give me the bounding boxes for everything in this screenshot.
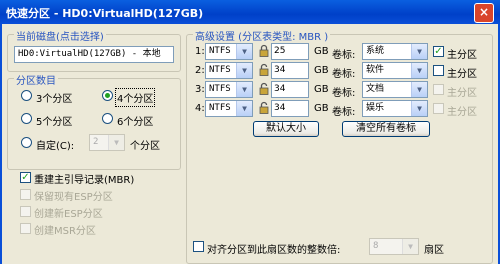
custom-count-value: 2 <box>93 137 99 147</box>
row-4-volume-value: 娱乐 <box>366 103 385 113</box>
row-4-fs-dropdown[interactable]: NTFS ▼ <box>205 100 253 117</box>
radio-3-partitions[interactable] <box>21 90 32 101</box>
radio-4-partitions-label[interactable]: 4个分区 <box>114 88 156 107</box>
radio-custom[interactable] <box>21 137 32 148</box>
create-msr-label[interactable]: 创建MSR分区 <box>34 222 96 237</box>
row-1-volume-dropdown[interactable]: 系统 ▼ <box>362 43 428 60</box>
row-2-fs-dropdown[interactable]: NTFS ▼ <box>205 62 253 79</box>
chevron-down-icon: ▼ <box>236 101 252 116</box>
radio-6-partitions-label[interactable]: 6个分区 <box>117 113 153 128</box>
align-sector-dropdown[interactable]: 8 ▼ <box>369 238 419 255</box>
close-button[interactable]: × <box>474 3 494 23</box>
row-4-volume-dropdown[interactable]: 娱乐 ▼ <box>362 100 428 117</box>
row-2-primary-label[interactable]: 主分区 <box>447 65 477 80</box>
custom-count-dropdown[interactable]: 2 ▼ <box>89 134 125 151</box>
row-1-volume-text: 卷标: <box>332 50 356 61</box>
lock-open-icon[interactable] <box>259 82 269 95</box>
chevron-down-icon: ▼ <box>411 63 427 78</box>
chevron-down-icon: ▼ <box>411 82 427 97</box>
chevron-down-icon: ▼ <box>108 135 124 150</box>
row-4-size-input[interactable]: 34 <box>271 100 309 117</box>
chevron-down-icon: ▼ <box>411 44 427 59</box>
row-2-volume-value: 软件 <box>366 65 385 75</box>
create-msr-checkbox[interactable] <box>20 223 31 234</box>
custom-count-suffix: 个分区 <box>130 141 160 152</box>
row-1-size-unit: GB <box>314 46 329 57</box>
row-1-index: 1: <box>195 46 205 57</box>
radio-3-partitions-label[interactable]: 3个分区 <box>36 90 72 105</box>
partition-count-legend: 分区数目 <box>14 72 58 87</box>
create-esp-checkbox[interactable] <box>20 206 31 217</box>
row-3-size-input[interactable]: 34 <box>271 81 309 98</box>
row-1-primary-label[interactable]: 主分区 <box>447 46 477 61</box>
row-2-volume-dropdown[interactable]: 软件 ▼ <box>362 62 428 79</box>
row-4-fs-value: NTFS <box>209 103 231 113</box>
align-suffix: 扇区 <box>424 245 444 256</box>
row-4-size-unit: GB <box>314 103 329 114</box>
row-4-primary-label[interactable]: 主分区 <box>447 103 477 118</box>
row-4-size-value: 34 <box>274 103 286 113</box>
align-label[interactable]: 对齐分区到此扇区数的整数倍: <box>207 241 340 256</box>
row-1-size-input[interactable]: 25 <box>271 43 309 60</box>
row-3-fs-dropdown[interactable]: NTFS ▼ <box>205 81 253 98</box>
title-bar: 快速分区 - HD0:VirtualHD(127GB) × <box>0 0 500 24</box>
row-1-fs-value: NTFS <box>209 46 231 56</box>
disk-select-group: 当前磁盘(点击选择) HD0:VirtualHD(127GB) - 本地 <box>7 28 181 72</box>
keep-esp-label[interactable]: 保留现有ESP分区 <box>34 188 113 203</box>
row-3-size-value: 34 <box>274 84 286 94</box>
row-3-index: 3: <box>195 84 205 95</box>
radio-5-partitions-label[interactable]: 5个分区 <box>36 113 72 128</box>
chevron-down-icon: ▼ <box>236 44 252 59</box>
chevron-down-icon: ▼ <box>236 82 252 97</box>
row-4-volume-text: 卷标: <box>332 107 356 118</box>
row-3-volume-text: 卷标: <box>332 88 356 99</box>
row-2-size-unit: GB <box>314 65 329 76</box>
row-3-volume-dropdown[interactable]: 文档 ▼ <box>362 81 428 98</box>
window-title: 快速分区 - HD0:VirtualHD(127GB) <box>6 7 204 20</box>
row-3-volume-value: 文档 <box>366 84 385 94</box>
default-size-button[interactable]: 默认大小 <box>253 121 319 137</box>
row-4-index: 4: <box>195 103 205 114</box>
lock-open-icon[interactable] <box>259 63 269 76</box>
disk-select-legend: 当前磁盘(点击选择) <box>14 28 106 43</box>
advanced-settings-legend: 高级设置 (分区表类型: MBR ) <box>193 28 331 43</box>
radio-5-partitions[interactable] <box>21 113 32 124</box>
rebuild-mbr-label[interactable]: 重建主引导记录(MBR) <box>34 171 134 186</box>
row-4-primary-checkbox[interactable] <box>433 103 444 114</box>
row-2-size-input[interactable]: 34 <box>271 62 309 79</box>
row-1-volume-value: 系统 <box>366 46 385 56</box>
chevron-down-icon: ▼ <box>402 239 418 254</box>
align-checkbox[interactable] <box>193 241 204 252</box>
radio-custom-label[interactable]: 自定(C): <box>36 137 74 152</box>
lock-closed-icon[interactable] <box>259 44 269 57</box>
row-2-volume-text: 卷标: <box>332 69 356 80</box>
row-2-index: 2: <box>195 65 205 76</box>
row-3-size-unit: GB <box>314 84 329 95</box>
disk-select-dropdown[interactable]: HD0:VirtualHD(127GB) - 本地 <box>14 46 174 63</box>
row-2-fs-value: NTFS <box>209 65 231 75</box>
partition-count-group: 分区数目 3个分区 4个分区 5个分区 6个分区 自定(C): 2 ▼ 个分区 <box>7 72 181 170</box>
disk-select-value: HD0:VirtualHD(127GB) - 本地 <box>18 49 161 59</box>
create-esp-label[interactable]: 创建新ESP分区 <box>34 205 103 220</box>
row-3-primary-label[interactable]: 主分区 <box>447 84 477 99</box>
clear-volume-labels-button[interactable]: 清空所有卷标 <box>342 121 430 137</box>
chevron-down-icon: ▼ <box>236 63 252 78</box>
row-1-size-value: 25 <box>274 46 286 56</box>
rebuild-mbr-checkbox[interactable]: ✓ <box>20 172 31 183</box>
radio-6-partitions[interactable] <box>102 113 113 124</box>
lock-open-icon[interactable] <box>259 101 269 114</box>
row-1-primary-checkbox[interactable]: ✓ <box>433 46 444 57</box>
row-2-primary-checkbox[interactable] <box>433 65 444 76</box>
row-3-primary-checkbox[interactable] <box>433 84 444 95</box>
advanced-settings-group: 高级设置 (分区表类型: MBR ) 1: NTFS ▼ 25 GB 卷标: 系… <box>186 28 493 264</box>
dialog-body: 当前磁盘(点击选择) HD0:VirtualHD(127GB) - 本地 分区数… <box>0 24 500 264</box>
chevron-down-icon: ▼ <box>411 101 427 116</box>
keep-esp-checkbox[interactable] <box>20 189 31 200</box>
align-sector-value: 8 <box>373 241 379 251</box>
row-1-fs-dropdown[interactable]: NTFS ▼ <box>205 43 253 60</box>
row-3-fs-value: NTFS <box>209 84 231 94</box>
row-2-size-value: 34 <box>274 65 286 75</box>
radio-4-partitions[interactable] <box>102 90 113 101</box>
